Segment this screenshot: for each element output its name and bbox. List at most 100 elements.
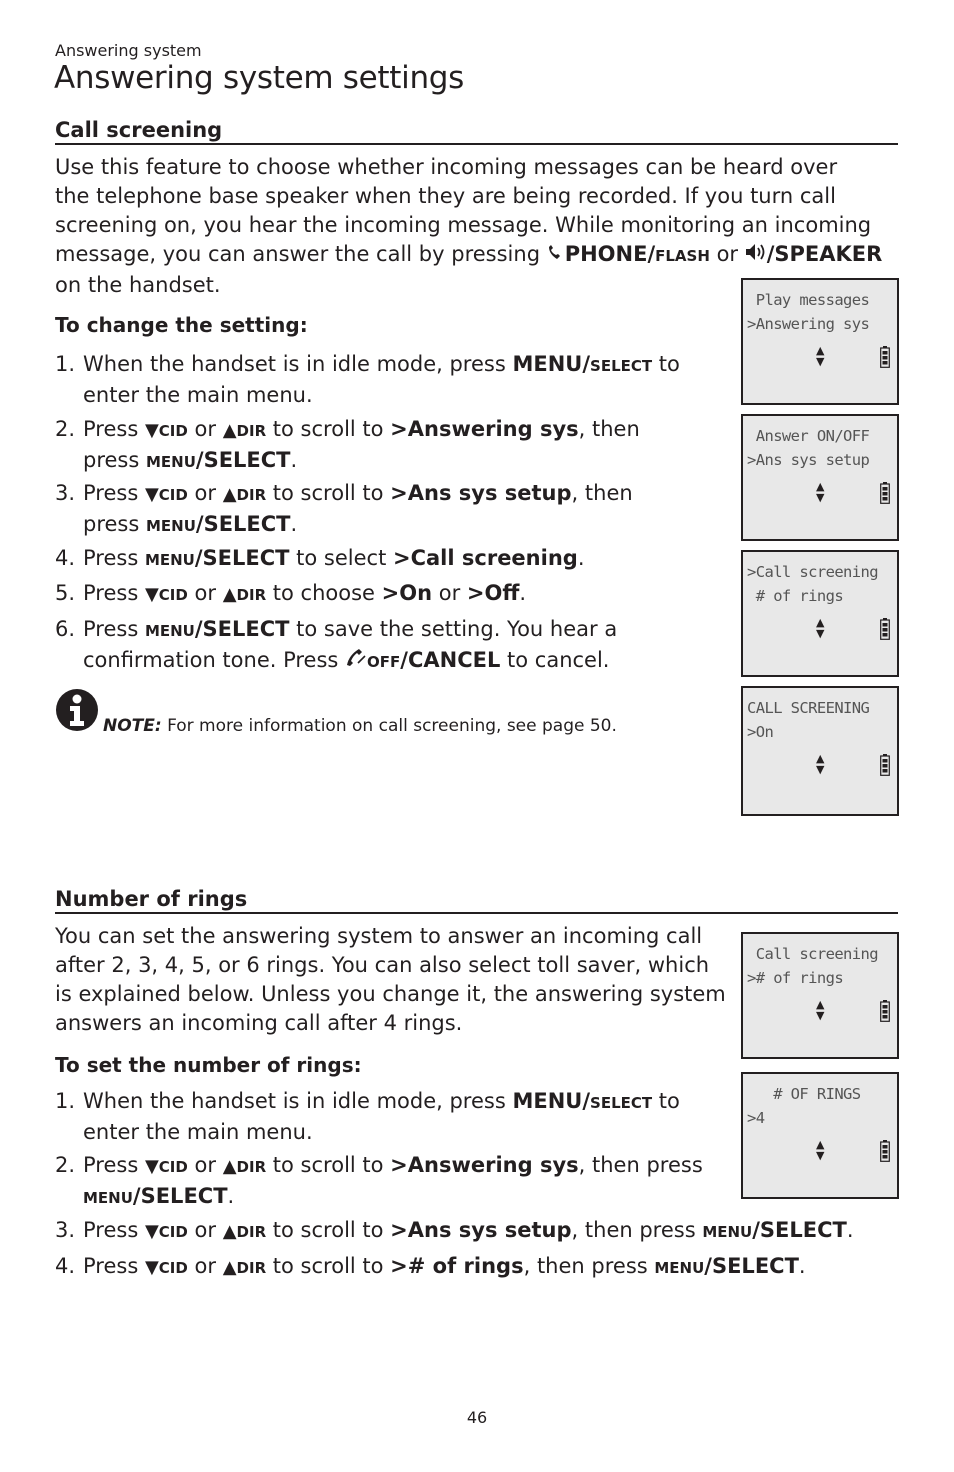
dir-key-label: DIR bbox=[236, 1158, 267, 1176]
rings-step-3: 3. Press ▼CID or ▲DIR to scroll to >Ans s… bbox=[55, 1216, 854, 1247]
change-setting-subheading: To change the setting: bbox=[55, 313, 308, 337]
step-text: Press bbox=[83, 1153, 145, 1177]
menu-key-label: menu bbox=[654, 1259, 705, 1277]
step-text: or bbox=[187, 1218, 223, 1242]
step-text: or bbox=[187, 417, 223, 441]
select-key-label: /SELECT bbox=[704, 1254, 799, 1278]
step-text: , then bbox=[578, 417, 640, 441]
battery-icon bbox=[880, 1140, 890, 1162]
lcd-line: >4 bbox=[747, 1109, 765, 1127]
step-text: to scroll to bbox=[266, 1153, 391, 1177]
up-arrow-icon: ▲ bbox=[222, 1156, 237, 1177]
scroll-down-icon: ▼ bbox=[816, 627, 825, 640]
step-text: to bbox=[652, 1089, 680, 1113]
menu-key-label: MENU/ bbox=[512, 352, 591, 376]
section-label: Answering system bbox=[55, 41, 202, 60]
up-arrow-icon: ▲ bbox=[222, 584, 237, 605]
lcd-line: >Answering sys bbox=[747, 315, 870, 333]
step-1: 1. When the handset is in idle mode, pres… bbox=[55, 350, 680, 410]
step-text: , then press bbox=[523, 1254, 655, 1278]
scroll-down-icon: ▼ bbox=[816, 355, 825, 368]
dir-key-label: DIR bbox=[236, 486, 267, 504]
scroll-down-icon: ▼ bbox=[816, 763, 825, 776]
scroll-arrows-icon: ▲ ▼ bbox=[816, 753, 824, 775]
intro-line: after 2, 3, 4, 5, or 6 rings. You can al… bbox=[55, 953, 710, 977]
scroll-down-icon: ▼ bbox=[816, 491, 825, 504]
menu-key-label: menu bbox=[702, 1223, 753, 1241]
down-arrow-icon: ▼ bbox=[144, 1257, 159, 1278]
intro-line: screening on, you hear the incoming mess… bbox=[55, 213, 872, 237]
lcd-screen-play-messages: Play messages >Answering sys ▲ ▼ bbox=[741, 278, 899, 405]
step-text: or bbox=[432, 581, 467, 605]
lcd-screen-rings-value: # OF RINGS >4 ▲ ▼ bbox=[741, 1072, 899, 1199]
up-arrow-icon: ▲ bbox=[222, 484, 237, 505]
lcd-line: >Call screening bbox=[747, 563, 879, 581]
call-screening-heading: Call screening bbox=[55, 118, 898, 145]
step-6: 6. Press menu/SELECT to save the setting.… bbox=[55, 615, 617, 677]
step-text: Press bbox=[83, 417, 145, 441]
step-text: to cancel. bbox=[500, 648, 610, 672]
menu-target: >Ans sys setup bbox=[390, 1218, 572, 1242]
lcd-line: # OF RINGS bbox=[747, 1085, 861, 1103]
scroll-arrows-icon: ▲ ▼ bbox=[816, 481, 824, 503]
select-key-label: /SELECT bbox=[195, 512, 291, 536]
lcd-line: # of rings bbox=[747, 587, 844, 605]
step-text: , then bbox=[571, 481, 633, 505]
cid-key-label: CID bbox=[158, 422, 188, 440]
note-label: NOTE: bbox=[103, 716, 162, 736]
step-text: or bbox=[187, 1153, 223, 1177]
page-title: Answering system settings bbox=[54, 60, 465, 96]
step-number: 3. bbox=[55, 481, 76, 505]
intro-line: the telephone base speaker when they are… bbox=[55, 184, 836, 208]
lcd-line: >Ans sys setup bbox=[747, 451, 870, 469]
cid-key-label: CID bbox=[158, 1158, 188, 1176]
lcd-line: >On bbox=[747, 723, 774, 741]
menu-key-label: menu bbox=[145, 517, 196, 535]
number-of-rings-intro: You can set the answering system to answ… bbox=[55, 922, 735, 1038]
select-key-label: /SELECT bbox=[195, 448, 291, 472]
scroll-down-icon: ▼ bbox=[816, 1149, 825, 1162]
select-key-label: /SELECT bbox=[132, 1184, 228, 1208]
menu-key-label: menu bbox=[144, 551, 195, 569]
menu-target: >Ans sys setup bbox=[390, 481, 572, 505]
step-text: Press bbox=[83, 1218, 145, 1242]
scroll-arrows-icon: ▲ ▼ bbox=[816, 999, 824, 1021]
cid-key-label: CID bbox=[158, 1223, 188, 1241]
step-number: 1. bbox=[55, 1089, 76, 1113]
step-text: to scroll to bbox=[266, 417, 391, 441]
step-text: or bbox=[187, 1254, 223, 1278]
lcd-screen-call-screening: >Call screening # of rings ▲ ▼ bbox=[741, 550, 899, 677]
step-2: 2. Press ▼CID or ▲DIR to scroll to >Answe… bbox=[55, 415, 640, 477]
step-text: press bbox=[83, 512, 146, 536]
step-text: to choose bbox=[266, 581, 382, 605]
dir-key-label: DIR bbox=[236, 1259, 267, 1277]
lcd-screen-answer-onoff: Answer ON/OFF >Ans sys setup ▲ ▼ bbox=[741, 414, 899, 541]
lcd-screen-call-screening-on: CALL SCREENING >On ▲ ▼ bbox=[741, 686, 899, 816]
note-text: NOTE: For more information on call scree… bbox=[103, 716, 617, 736]
step-text: . bbox=[290, 448, 298, 472]
page-number: 46 bbox=[466, 1408, 488, 1427]
menu-target: >Call screening bbox=[393, 546, 578, 570]
lcd-line: Play messages bbox=[747, 291, 870, 309]
select-key-label: /SELECT bbox=[194, 546, 290, 570]
step-number: 4. bbox=[55, 1254, 76, 1278]
lcd-line: ># of rings bbox=[747, 969, 844, 987]
battery-icon bbox=[880, 1000, 890, 1022]
lcd-line: Call screening bbox=[747, 945, 879, 963]
battery-icon bbox=[880, 482, 890, 504]
intro-line: answers an incoming call after 4 rings. bbox=[55, 1011, 463, 1035]
dir-key-label: DIR bbox=[236, 1223, 267, 1241]
step-text: to scroll to bbox=[266, 1254, 391, 1278]
up-arrow-icon: ▲ bbox=[222, 1257, 237, 1278]
phone-key-label: PHONE/ bbox=[564, 242, 656, 266]
note-body: For more information on call screening, … bbox=[161, 716, 617, 736]
rings-step-2: 2. Press ▼CID or ▲DIR to scroll to >Answe… bbox=[55, 1151, 703, 1213]
number-of-rings-heading: Number of rings bbox=[55, 887, 898, 914]
step-text: Press bbox=[83, 546, 145, 570]
step-text: . bbox=[290, 512, 298, 536]
step-number: 1. bbox=[55, 352, 76, 376]
step-5: 5. Press ▼CID or ▲DIR to choose >On or >O… bbox=[55, 579, 526, 610]
down-arrow-icon: ▼ bbox=[144, 420, 159, 441]
cid-key-label: CID bbox=[158, 486, 188, 504]
down-arrow-icon: ▼ bbox=[144, 584, 159, 605]
